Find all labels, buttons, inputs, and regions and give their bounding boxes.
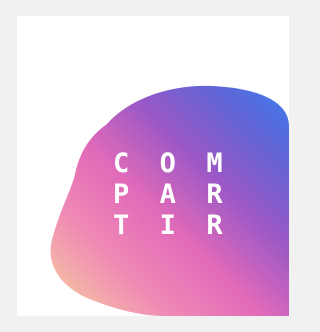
image-panel: C O M P A R T I R (17, 16, 289, 316)
logo-letter: P (113, 179, 130, 210)
logo-row-2: P A R (113, 179, 253, 210)
logo-letter: A (159, 179, 176, 210)
logo-letter: R (206, 179, 223, 210)
logo-letter: C (113, 148, 130, 179)
logo-letter: O (159, 148, 176, 179)
logo-letter: T (113, 210, 130, 241)
logo-letter: I (159, 210, 176, 241)
logo-row-3: T I R (113, 210, 253, 241)
logo-letter: R (206, 210, 223, 241)
logo-letter: M (206, 148, 223, 179)
logo-row-1: C O M (113, 148, 253, 179)
compartir-logo-text: C O M P A R T I R (113, 148, 253, 241)
